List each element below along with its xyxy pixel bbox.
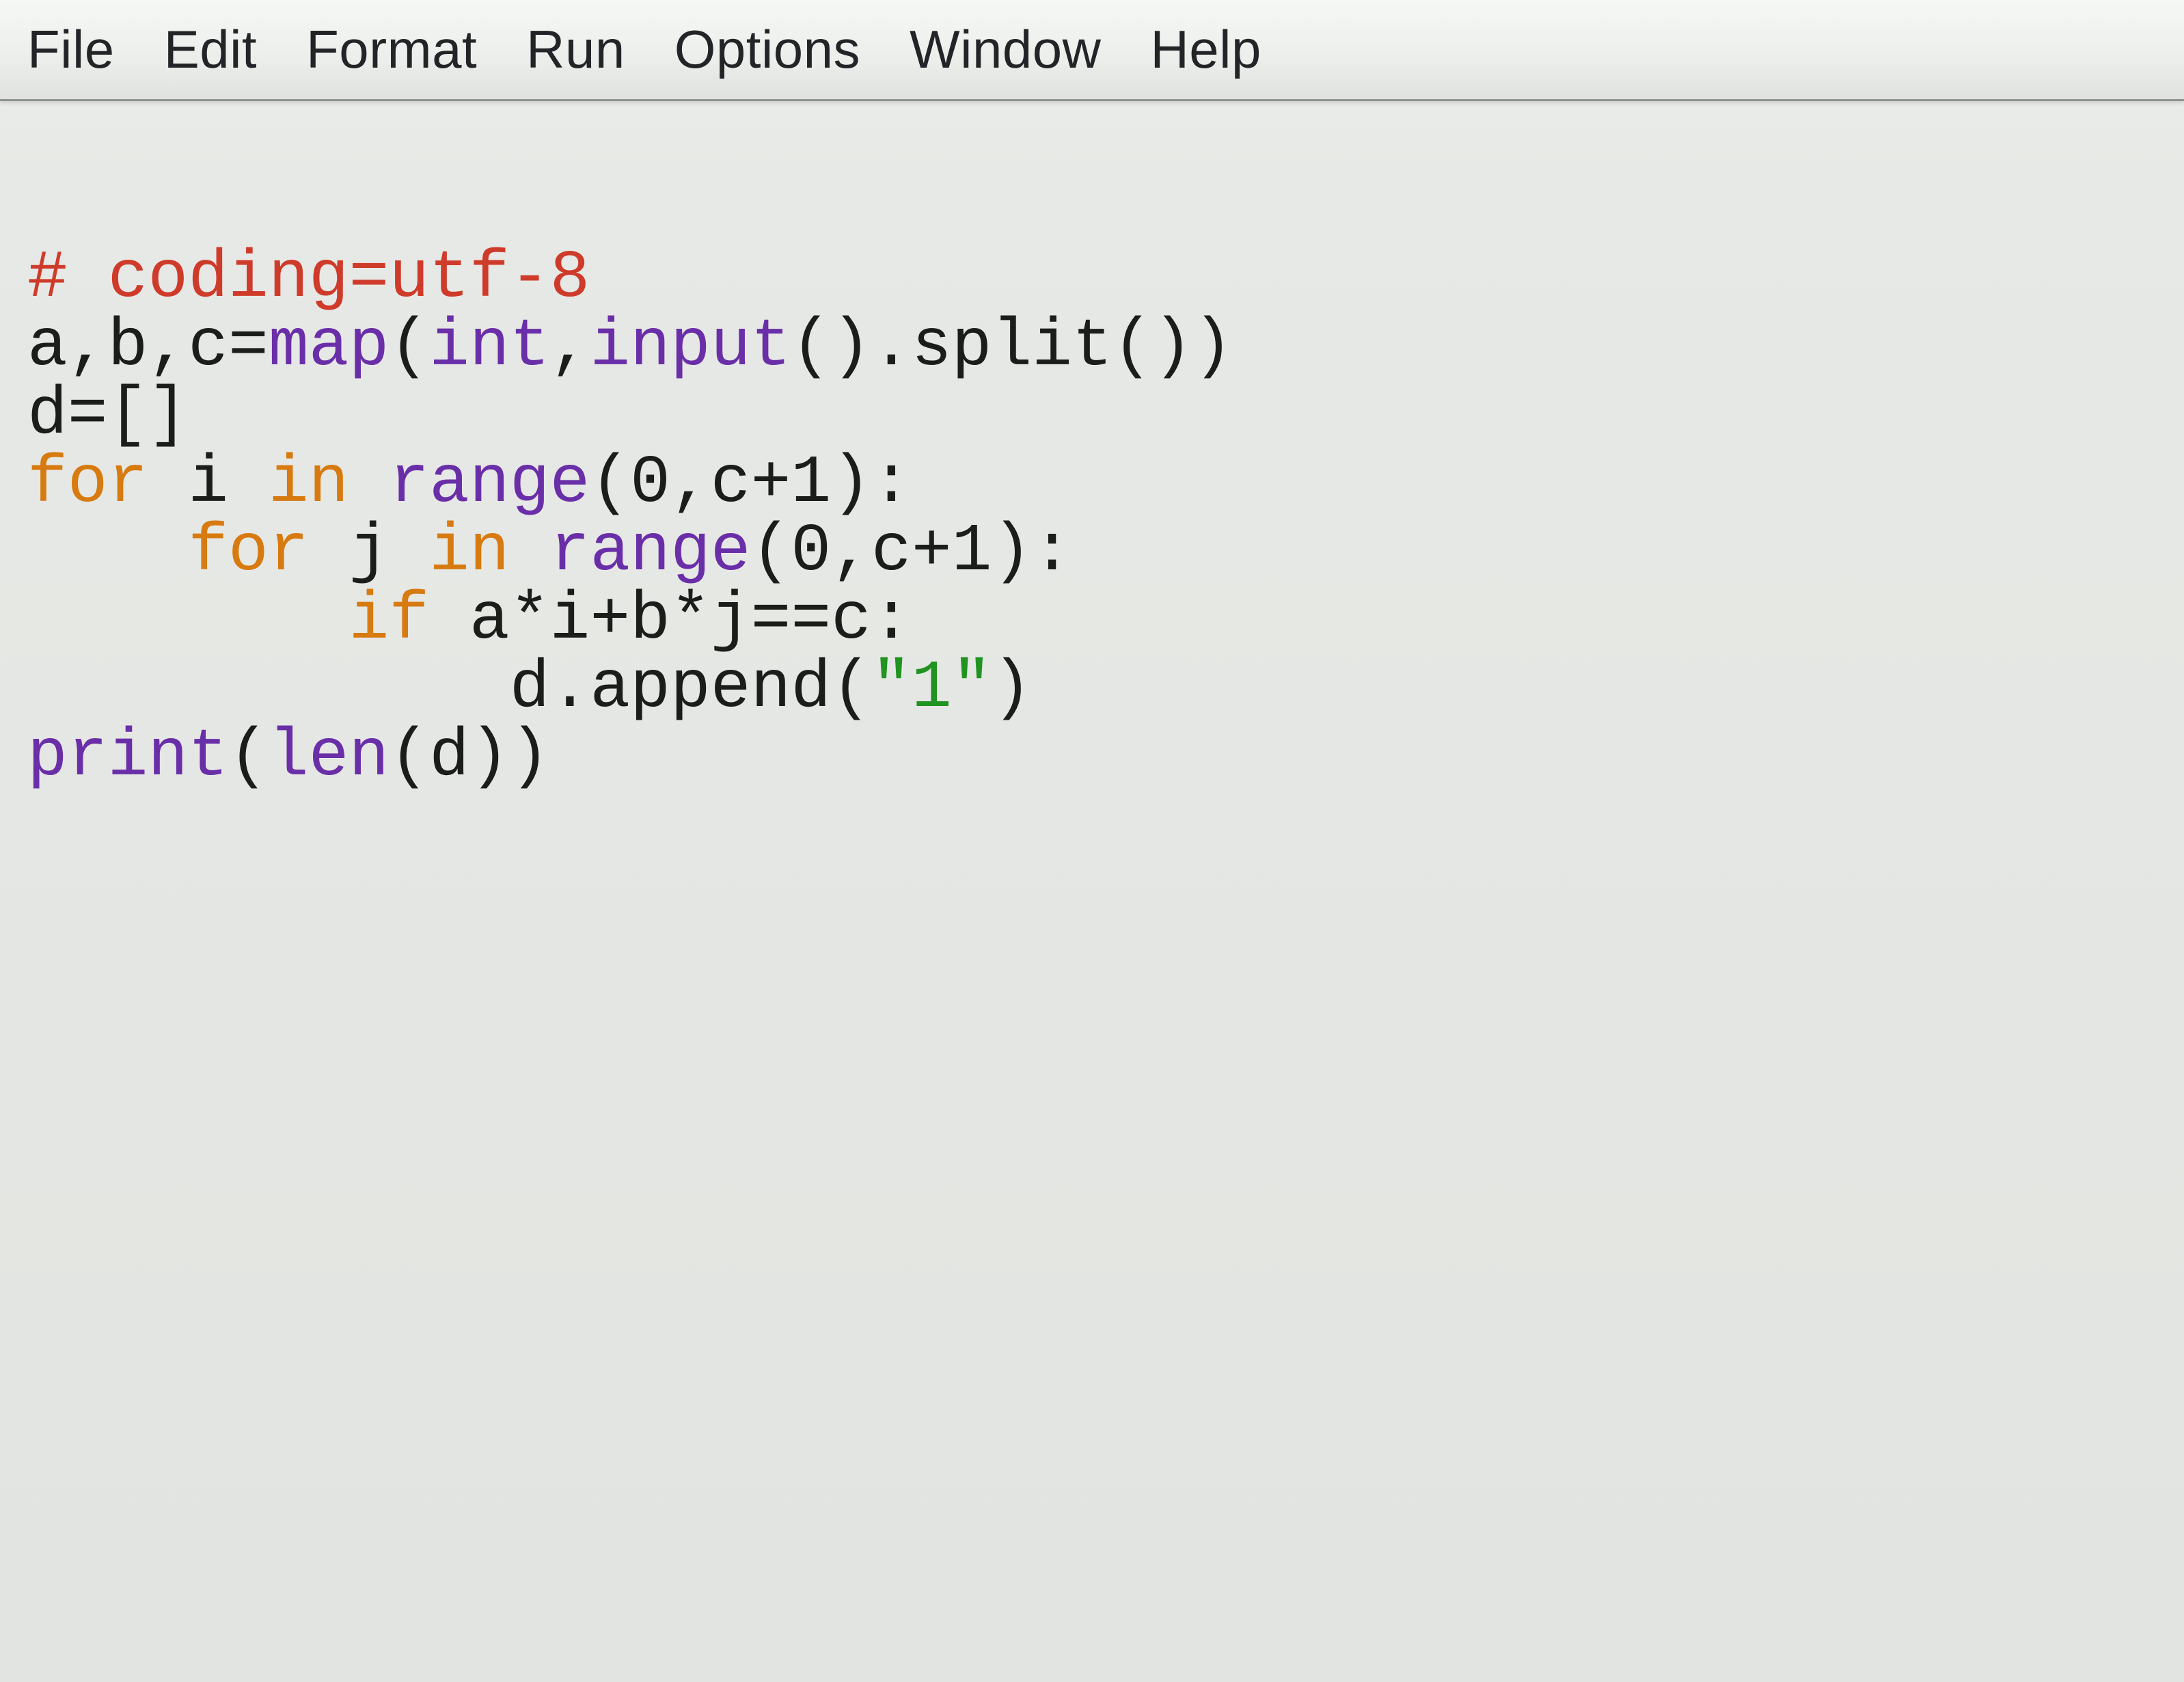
code-token: map [269, 309, 389, 385]
code-line[interactable]: # coding=utf-8 [27, 245, 2184, 313]
menu-format[interactable]: Format [306, 18, 477, 81]
code-token: range [389, 446, 590, 521]
code-token: ( [389, 309, 429, 385]
menu-options[interactable]: Options [674, 18, 860, 81]
code-token: int [429, 309, 549, 385]
code-token: if [349, 582, 429, 658]
code-token: (0,c+1): [751, 514, 1072, 590]
code-token: , [550, 309, 590, 385]
menu-file[interactable]: File [27, 18, 115, 81]
menu-window[interactable]: Window [910, 18, 1101, 81]
menubar: File Edit Format Run Options Window Help [0, 0, 2184, 101]
code-token: (d)) [389, 719, 549, 795]
code-token: for [188, 514, 308, 590]
menu-edit[interactable]: Edit [164, 18, 257, 81]
code-token [349, 446, 390, 521]
code-line[interactable]: for j in range(0,c+1): [27, 518, 2184, 586]
code-token: in [429, 514, 510, 590]
code-token: in [269, 446, 349, 521]
code-line[interactable]: d.append("1") [27, 655, 2184, 723]
menu-run[interactable]: Run [526, 18, 625, 81]
code-token: ) [992, 651, 1032, 727]
code-editor[interactable]: # coding=utf-8a,b,c=map(int,input().spli… [0, 101, 2184, 791]
code-token: i [148, 446, 268, 521]
code-token: ().split()) [791, 309, 1233, 385]
code-line[interactable]: print(len(d)) [27, 723, 2184, 791]
code-token: j [309, 514, 429, 590]
code-token: input [590, 309, 791, 385]
code-line[interactable]: for i in range(0,c+1): [27, 450, 2184, 518]
code-token: ( [228, 719, 269, 795]
idle-window: File Edit Format Run Options Window Help… [0, 0, 2184, 1682]
code-token: len [269, 719, 389, 795]
code-token: d=[] [27, 377, 188, 453]
code-token [510, 514, 550, 590]
code-line[interactable]: a,b,c=map(int,input().split()) [27, 313, 2184, 381]
menu-help[interactable]: Help [1150, 18, 1261, 81]
code-line[interactable]: d=[] [27, 381, 2184, 450]
code-token: a*i+b*j==c: [429, 582, 912, 658]
code-token: range [550, 514, 751, 590]
code-token: a,b,c= [27, 309, 269, 385]
code-token: for [27, 446, 148, 521]
code-token: d.append( [510, 651, 871, 727]
code-token: # coding=utf-8 [27, 241, 590, 316]
code-token: (0,c+1): [590, 446, 911, 521]
code-line[interactable]: if a*i+b*j==c: [27, 586, 2184, 655]
code-token: "1" [871, 651, 992, 727]
code-token: print [27, 719, 228, 795]
